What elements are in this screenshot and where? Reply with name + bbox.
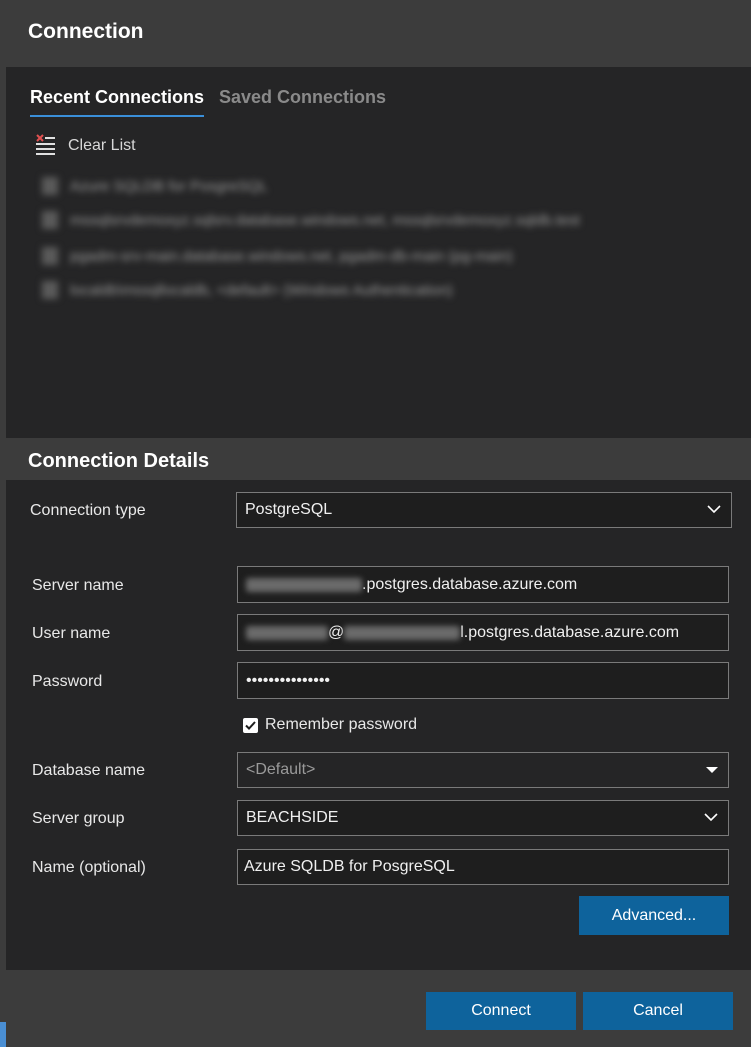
remember-password-checkbox[interactable]: Remember password [243, 716, 417, 734]
password-label: Password [32, 673, 103, 690]
connection-icon [42, 177, 58, 195]
user-name-at: @ [328, 623, 345, 641]
user-name-value: l.postgres.database.azure.com [460, 623, 680, 641]
connect-button[interactable]: Connect [426, 992, 576, 1030]
connection-icon [42, 211, 58, 229]
chevron-down-icon [707, 505, 721, 514]
connection-dialog: Connection Recent Connections Saved Conn… [6, 0, 751, 1047]
connection-name-label: Name (optional) [32, 859, 146, 876]
clear-list-button[interactable]: Clear List [34, 132, 136, 160]
chevron-down-icon [704, 813, 718, 822]
server-name-label: Server name [32, 577, 124, 594]
user-name-input[interactable]: @ l.postgres.database.azure.com [237, 614, 729, 651]
connection-type-label: Connection type [30, 502, 146, 519]
connection-name-value: Azure SQLDB for PosgreSQL [244, 858, 455, 875]
server-name-input[interactable]: .postgres.database.azure.com [237, 566, 729, 603]
connection-icon [42, 247, 58, 265]
server-group-label: Server group [32, 810, 125, 827]
connection-name-input[interactable]: Azure SQLDB for PosgreSQL [237, 849, 729, 885]
list-item[interactable]: mssqlsrvdemoxyz.sqlsrv.database.windows.… [42, 210, 580, 230]
tab-saved-connections[interactable]: Saved Connections [219, 87, 386, 108]
database-name-placeholder: <Default> [246, 761, 316, 778]
password-input[interactable]: ••••••••••••••• [237, 662, 729, 699]
advanced-button[interactable]: Advanced... [579, 896, 729, 935]
connection-type-value: PostgreSQL [245, 501, 333, 518]
redacted-server-prefix [246, 577, 362, 592]
dialog-title: Connection [28, 20, 144, 43]
dropdown-arrow-icon[interactable] [706, 767, 718, 773]
connection-icon [42, 281, 58, 299]
tab-recent-connections[interactable]: Recent Connections [30, 87, 204, 108]
user-name-label: User name [32, 625, 111, 642]
checkbox-checked-icon [243, 717, 258, 733]
database-name-combobox[interactable]: <Default> [237, 752, 729, 788]
list-item[interactable]: pgadm-srv-main.database.windows.net, pga… [42, 246, 513, 266]
redacted-user-prefix [246, 625, 328, 640]
clear-list-icon [34, 132, 56, 161]
remember-password-label: Remember password [265, 716, 418, 733]
password-value: ••••••••••••••• [246, 671, 331, 689]
dialog-header: Connection [6, 0, 751, 67]
connection-details-header: Connection Details [6, 438, 751, 480]
connection-type-select[interactable]: PostgreSQL [236, 492, 732, 528]
active-tab-indicator [30, 115, 204, 117]
redacted-user-server [344, 625, 461, 640]
list-item[interactable]: Azure SQLDB for PosgreSQL [42, 176, 268, 196]
cancel-button[interactable]: Cancel [583, 992, 733, 1030]
clear-list-label: Clear List [68, 137, 136, 154]
connection-details-title: Connection Details [28, 450, 210, 472]
server-group-value: BEACHSIDE [246, 809, 339, 826]
server-name-value: .postgres.database.azure.com [362, 575, 578, 593]
database-name-label: Database name [32, 762, 145, 779]
server-group-select[interactable]: BEACHSIDE [237, 800, 729, 836]
list-item[interactable]: localdb\mssqllocaldb, <default> (Windows… [42, 280, 453, 300]
